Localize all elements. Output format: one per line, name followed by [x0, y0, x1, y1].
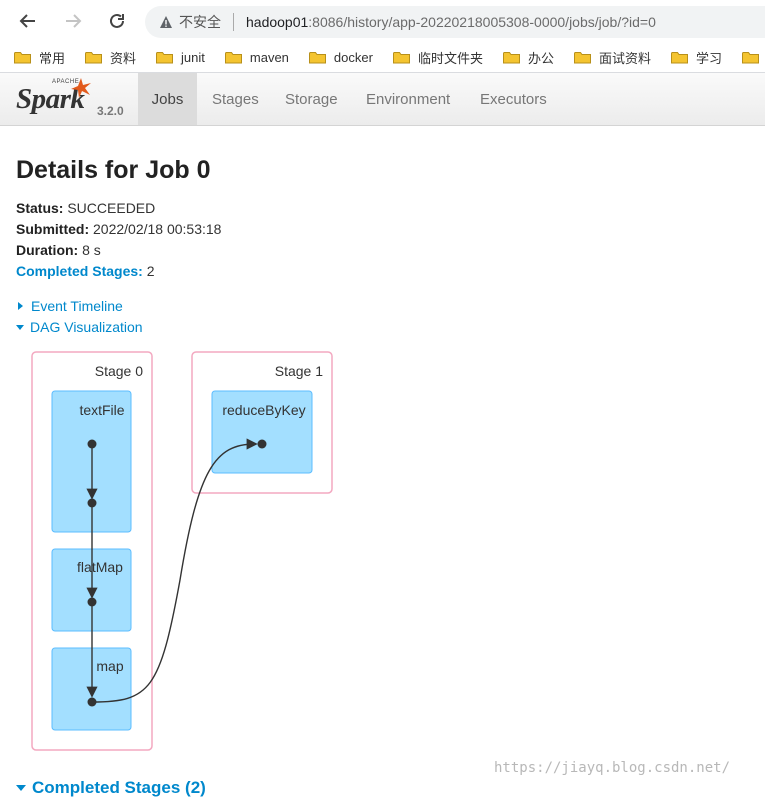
dag-visualization-toggle[interactable]: DAG Visualization [16, 319, 143, 335]
dag-node[interactable] [87, 597, 97, 607]
forward-arrow-icon [66, 14, 82, 28]
dag-edge-shuffle [91, 438, 258, 703]
rdd-label-flatmap: flatMap [77, 559, 123, 575]
folder-icon [392, 51, 410, 64]
duration-label: Duration: [16, 242, 79, 258]
url-path: :8086/history/app-20220218005308-0000/jo… [308, 14, 656, 30]
stage-cluster-0[interactable]: Stage 0 [31, 351, 153, 751]
event-timeline-label: Event Timeline [31, 298, 123, 314]
rdd-box-flatmap[interactable]: flatMap [51, 548, 132, 632]
folder-icon [224, 51, 242, 64]
back-arrow-icon [19, 14, 35, 28]
rdd-label-textfile: textFile [79, 402, 124, 418]
spark-navbar: APACHE Spark 3.2.0 Jobs Stages Storage E… [0, 73, 765, 126]
folder-icon [573, 51, 591, 64]
tab-storage[interactable]: Storage [285, 73, 338, 125]
event-timeline-toggle[interactable]: Event Timeline [16, 298, 123, 314]
caret-right-icon [18, 302, 23, 310]
caret-down-icon [16, 324, 24, 330]
status-label: Status: [16, 200, 64, 216]
status-row: Status: SUCCEEDED [16, 200, 155, 216]
bookmark-folder[interactable]: junit [156, 50, 205, 65]
page-title: Details for Job 0 [16, 156, 211, 184]
submitted-value: 2022/02/18 00:53:18 [93, 221, 222, 237]
omnibox-separator [233, 13, 234, 31]
tab-jobs[interactable]: Jobs [138, 73, 197, 125]
completed-stages-value: 2 [146, 263, 155, 279]
bookmark-label: 学习 [696, 50, 723, 66]
completed-stages-row: Completed Stages: 2 [16, 263, 155, 279]
duration-value: 8 s [82, 242, 101, 258]
bookmark-folder[interactable]: 临时文件夹 [392, 48, 483, 67]
folder-icon [156, 51, 174, 64]
bookmark-folder[interactable]: 资料 [85, 48, 136, 67]
stage-label-0: Stage 0 [95, 363, 143, 379]
tab-executors[interactable]: Executors [480, 73, 547, 125]
dag-node[interactable] [87, 697, 97, 707]
folder-icon [502, 51, 520, 64]
rdd-box-map[interactable]: map [51, 647, 132, 731]
stage-cluster-1[interactable]: Stage 1 [191, 351, 333, 494]
bookmark-folder[interactable]: 学习 [671, 48, 722, 67]
spark-logo[interactable]: APACHE Spark 3.2.0 [14, 77, 124, 121]
dag-node[interactable] [257, 439, 267, 449]
bookmark-label: maven [249, 49, 289, 65]
folder-icon [85, 51, 103, 64]
spark-star-icon [71, 78, 91, 98]
address-bar[interactable]: 不安全 hadoop01 :8086/history/app-202202180… [145, 6, 765, 38]
bookmarks-bar: 常用 资料 junit maven docker 临时文件夹 办公 面试资料 学… [0, 42, 765, 73]
folder-icon [671, 51, 688, 64]
url-host: hadoop01 [246, 14, 309, 30]
bookmark-label: 常用 [39, 50, 66, 66]
reload-icon [110, 13, 124, 28]
bookmark-folder[interactable]: docker [308, 49, 373, 65]
status-value: SUCCEEDED [67, 200, 156, 216]
bookmark-folder[interactable]: 常用 [14, 48, 65, 67]
bookmark-folder[interactable]: 面试资料 [573, 48, 651, 67]
reload-button[interactable] [104, 8, 130, 34]
browser-toolbar: 不安全 hadoop01 :8086/history/app-202202180… [0, 0, 765, 42]
caret-down-icon [16, 785, 26, 791]
dag-node[interactable] [87, 439, 97, 449]
rdd-box-reducebykey[interactable]: reduceByKey [211, 390, 313, 474]
bookmark-label: 办公 [527, 50, 554, 66]
rdd-label-reducebykey: reduceByKey [222, 402, 305, 418]
completed-stages-toggle[interactable]: Completed Stages (2) [16, 778, 206, 798]
submitted-label: Submitted: [16, 221, 90, 237]
tab-environment[interactable]: Environment [366, 73, 450, 125]
forward-button[interactable] [60, 8, 86, 34]
bookmark-label: 临时文件夹 [417, 50, 483, 66]
bookmark-label: 面试资料 [598, 50, 651, 66]
completed-stages-link[interactable]: Completed Stages: [16, 263, 143, 279]
stage-label-1: Stage 1 [275, 363, 323, 379]
bookmark-label: 资料 [110, 50, 137, 66]
folder-icon [742, 51, 760, 64]
warning-icon [160, 16, 172, 28]
completed-stages-heading: Completed Stages (2) [32, 778, 206, 797]
security-label: 不安全 [179, 14, 221, 30]
tab-stages[interactable]: Stages [212, 73, 259, 125]
bookmark-folder[interactable]: maven [224, 49, 289, 65]
bookmark-folder[interactable]: 工具 [742, 48, 765, 67]
folder-icon [308, 51, 326, 64]
submitted-row: Submitted: 2022/02/18 00:53:18 [16, 221, 221, 237]
bookmark-folder[interactable]: 办公 [502, 48, 554, 67]
back-button[interactable] [15, 8, 41, 34]
rdd-box-textfile[interactable]: textFile [51, 390, 132, 533]
duration-row: Duration: 8 s [16, 242, 101, 258]
watermark: https://jiayq.blog.csdn.net/ [494, 760, 731, 776]
dag-visualization-label: DAG Visualization [30, 319, 143, 335]
dag-node[interactable] [87, 498, 97, 508]
folder-icon [14, 51, 31, 64]
bookmark-label: junit [181, 49, 205, 65]
bookmark-label: docker [333, 49, 373, 65]
rdd-label-map: map [96, 658, 123, 674]
spark-version: 3.2.0 [97, 104, 124, 118]
